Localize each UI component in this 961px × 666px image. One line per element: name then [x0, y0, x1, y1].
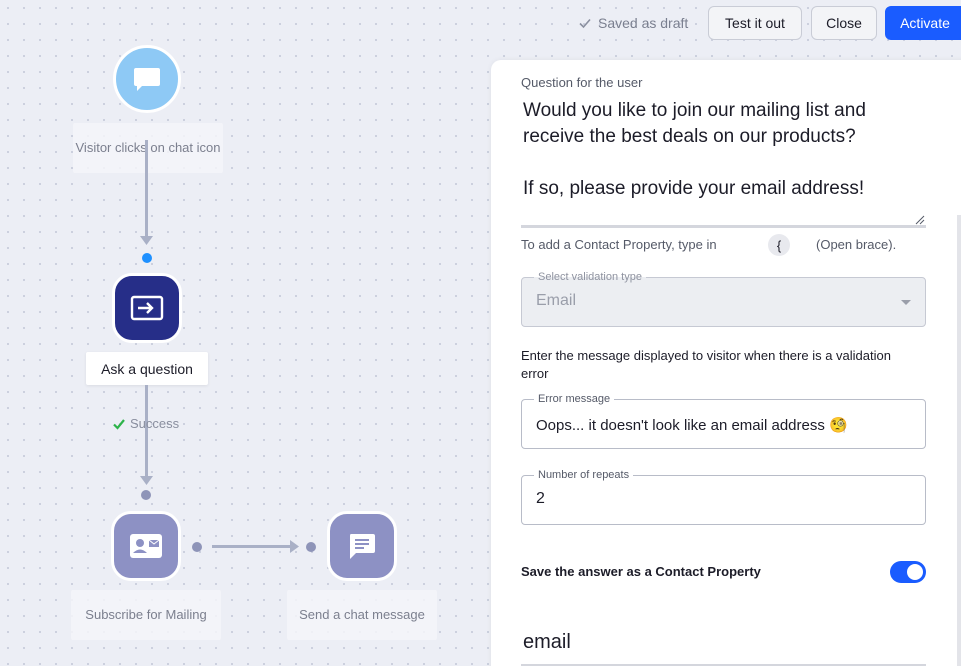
connector-dot[interactable]	[142, 253, 152, 263]
input-field-icon	[130, 295, 164, 321]
connector-dot[interactable]	[306, 542, 316, 552]
close-button[interactable]: Close	[811, 6, 877, 40]
arrow-head-icon	[140, 236, 153, 245]
validation-type-select[interactable]: Select validation type Email	[521, 270, 926, 327]
contact-property-input[interactable]: email	[523, 631, 571, 654]
arrow-head-icon	[290, 540, 299, 553]
question-field-label: Question for the user	[521, 75, 643, 90]
error-message-input[interactable]: Error message Oops... it doesn't look li…	[521, 392, 926, 449]
trigger-node-label: Visitor clicks on chat icon	[73, 123, 223, 173]
connector-line	[145, 140, 148, 240]
number-of-repeats-value: 2	[536, 490, 545, 507]
saved-status-text: Saved as draft	[598, 15, 689, 31]
success-branch: Success	[112, 416, 179, 431]
chevron-down-icon	[901, 300, 911, 305]
ask-question-node-label: Ask a question	[86, 352, 208, 385]
saved-status: Saved as draft	[578, 14, 688, 32]
connector-dot[interactable]	[141, 490, 151, 500]
success-check-icon	[113, 418, 125, 430]
chat-bubble-icon	[134, 68, 160, 91]
number-of-repeats-input[interactable]: Number of repeats 2	[521, 468, 926, 525]
error-message-legend: Error message	[534, 392, 615, 406]
validation-type-value: Email	[536, 292, 577, 309]
contact-property-hint-suffix: (Open brace).	[816, 237, 897, 252]
chat-message-icon	[350, 534, 375, 559]
ask-question-node[interactable]	[112, 273, 182, 343]
save-contact-property-toggle[interactable]	[890, 561, 926, 583]
check-icon	[579, 18, 591, 29]
contact-card-icon	[130, 534, 162, 558]
test-it-out-button[interactable]: Test it out	[708, 6, 802, 40]
connector-dot[interactable]	[192, 542, 202, 552]
activate-button[interactable]: Activate	[885, 6, 961, 40]
trigger-node[interactable]	[113, 45, 181, 113]
contact-property-hint: To add a Contact Property, type in	[521, 237, 717, 252]
subscribe-node[interactable]	[111, 511, 181, 581]
send-message-node-label: Send a chat message	[287, 590, 437, 640]
question-textarea[interactable]: Would you like to join our mailing list …	[523, 98, 923, 202]
save-contact-property-label: Save the answer as a Contact Property	[521, 564, 761, 579]
validation-type-legend: Select validation type	[534, 270, 646, 284]
panel-scrollbar[interactable]	[957, 215, 961, 666]
send-message-node[interactable]	[327, 511, 397, 581]
resize-handle-icon[interactable]	[915, 215, 925, 225]
number-of-repeats-legend: Number of repeats	[534, 468, 634, 482]
open-brace-chip: {	[768, 234, 790, 256]
arrow-head-icon	[140, 476, 153, 485]
connector-line	[212, 545, 292, 548]
validation-error-description: Enter the message displayed to visitor w…	[521, 348, 891, 381]
success-label: Success	[130, 416, 180, 431]
subscribe-node-label: Subscribe for Mailing	[71, 590, 221, 640]
connector-line	[145, 385, 148, 480]
error-message-value: Oops... it doesn't look like an email ad…	[536, 417, 848, 434]
textarea-underline	[521, 225, 926, 228]
toggle-knob	[907, 564, 923, 580]
